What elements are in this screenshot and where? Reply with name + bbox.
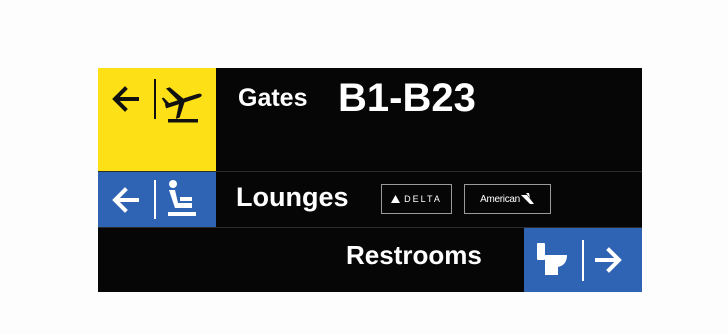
- american-flight-symbol-icon: [520, 193, 535, 205]
- american-logo: American: [464, 184, 551, 214]
- restrooms-icon-separator: [582, 240, 584, 281]
- restrooms-label: Restrooms: [346, 240, 482, 270]
- lounges-row: Lounges DELTA American: [98, 172, 642, 227]
- lounges-icon-separator: [154, 180, 156, 219]
- arrow-left-icon: [110, 185, 140, 215]
- lounge-seat-icon: [166, 179, 198, 219]
- toilet-icon: [537, 243, 569, 279]
- delta-logo-text: DELTA: [404, 194, 442, 204]
- wayfinding-sign: Gates B1-B23 Lounges DELTA American Rest…: [98, 68, 642, 292]
- arrow-left-icon: [110, 84, 140, 114]
- departing-plane-icon: [162, 79, 202, 125]
- gates-row: Gates B1-B23: [98, 68, 642, 171]
- gates-range: B1-B23: [338, 76, 476, 120]
- delta-logo: DELTA: [381, 184, 452, 214]
- arrow-right-icon: [594, 245, 624, 275]
- gates-icon-separator: [154, 79, 156, 119]
- american-logo-text: American: [480, 193, 520, 205]
- delta-widget-icon: [391, 195, 404, 203]
- lounges-icon-panel: [98, 172, 216, 227]
- restrooms-icon-panel: [524, 228, 642, 292]
- restrooms-row: Restrooms: [98, 228, 642, 292]
- lounges-label: Lounges: [236, 182, 349, 212]
- gates-icon-panel: [98, 68, 216, 171]
- gates-label: Gates: [238, 84, 308, 112]
